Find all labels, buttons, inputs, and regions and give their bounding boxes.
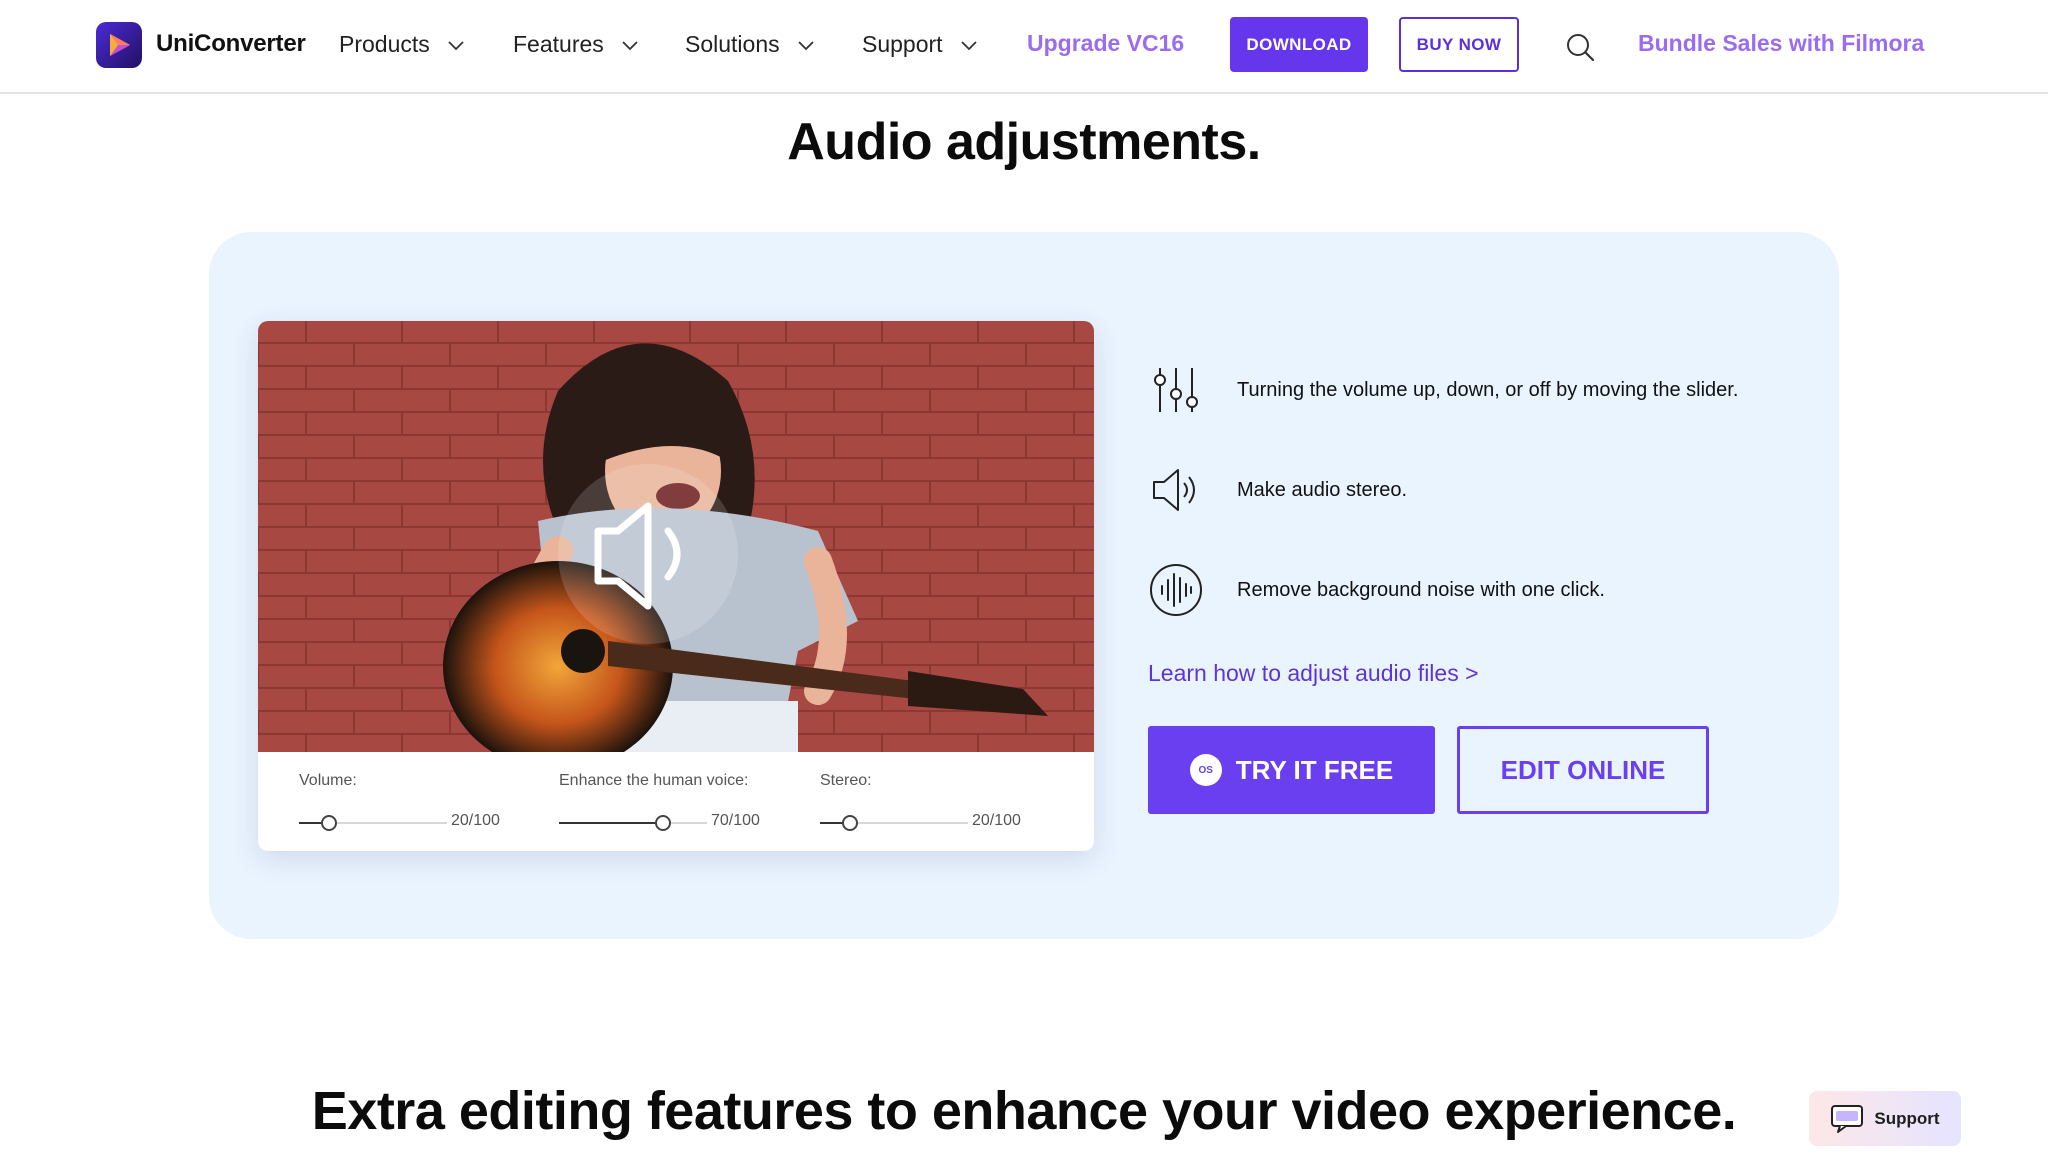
feature-stereo-text: Make audio stereo. xyxy=(1237,478,1408,501)
slider-track[interactable] xyxy=(299,815,447,831)
sound-wave-icon xyxy=(1150,564,1202,616)
nav-features-label: Features xyxy=(513,31,604,57)
enhance-voice-value: 70/100 xyxy=(711,812,760,829)
slider-knob[interactable] xyxy=(655,815,671,831)
feature-noise: Remove background noise with one click. xyxy=(1148,562,1605,618)
learn-adjust-audio-link[interactable]: Learn how to adjust audio files > xyxy=(1148,660,1479,687)
nav-products[interactable]: Products xyxy=(339,31,466,58)
search-icon[interactable] xyxy=(1565,32,1595,62)
slider-track[interactable] xyxy=(559,815,707,831)
chevron-down-icon xyxy=(960,40,977,50)
enhance-voice-label: Enhance the human voice: xyxy=(559,772,749,789)
feature-stereo: Make audio stereo. xyxy=(1148,462,1407,518)
volume-label: Volume: xyxy=(299,772,357,789)
feature-volume-text: Turning the volume up, down, or off by m… xyxy=(1237,378,1739,401)
support-label: Support xyxy=(1874,1108,1940,1128)
uniconverter-logo-icon[interactable] xyxy=(96,22,142,68)
brand-name[interactable]: UniConverter xyxy=(156,30,306,58)
download-button[interactable]: DOWNLOAD xyxy=(1230,17,1368,72)
chevron-down-icon xyxy=(797,40,814,50)
audio-slider-row: Volume: 20/100 Enhance the human voice: … xyxy=(258,752,1094,851)
stereo-label: Stereo: xyxy=(820,772,872,789)
nav-support[interactable]: Support xyxy=(862,31,979,58)
slider-fill xyxy=(559,822,663,824)
next-section-title: Extra editing features to enhance your v… xyxy=(311,1081,1737,1141)
site-header: UniConverter Products Features Solutions… xyxy=(0,0,2048,94)
section-title: Audio adjustments. xyxy=(787,113,1261,171)
slider-knob[interactable] xyxy=(321,815,337,831)
enhance-voice-slider[interactable]: Enhance the human voice: 70/100 xyxy=(559,772,799,831)
chevron-down-icon xyxy=(622,40,638,50)
try-it-free-button[interactable]: OS TRY IT FREE xyxy=(1148,726,1435,814)
speaker-stereo-icon xyxy=(1153,469,1195,511)
chat-icon xyxy=(1831,1104,1864,1133)
chevron-down-icon xyxy=(448,40,464,50)
bundle-sales-link[interactable]: Bundle Sales with Filmora xyxy=(1638,30,1924,57)
nav-support-label: Support xyxy=(862,31,943,57)
nav-solutions-label: Solutions xyxy=(685,31,780,57)
slider-knob[interactable] xyxy=(842,815,858,831)
volume-slider[interactable]: Volume: 20/100 xyxy=(299,772,539,831)
macos-icon: OS xyxy=(1189,754,1222,786)
stereo-value: 20/100 xyxy=(972,812,1021,829)
nav-solutions[interactable]: Solutions xyxy=(685,31,816,58)
support-chat-button[interactable]: Support xyxy=(1809,1091,1961,1146)
volume-value: 20/100 xyxy=(451,812,500,829)
slider-track[interactable] xyxy=(820,815,968,831)
audio-preview-card: Volume: 20/100 Enhance the human voice: … xyxy=(258,321,1094,851)
try-it-free-label: TRY IT FREE xyxy=(1235,754,1394,785)
nav-features[interactable]: Features xyxy=(513,31,640,58)
buy-now-button[interactable]: BUY NOW xyxy=(1399,17,1519,72)
equalizer-sliders-icon xyxy=(1154,368,1198,412)
stereo-slider[interactable]: Stereo: 20/100 xyxy=(820,772,1060,831)
nav-products-label: Products xyxy=(339,31,430,57)
feature-volume: Turning the volume up, down, or off by m… xyxy=(1148,362,1738,418)
edit-online-button[interactable]: EDIT ONLINE xyxy=(1457,726,1709,814)
feature-noise-text: Remove background noise with one click. xyxy=(1237,578,1605,601)
girl-playing-guitar-image xyxy=(258,321,1094,752)
upgrade-link[interactable]: Upgrade VC16 xyxy=(1027,30,1184,57)
